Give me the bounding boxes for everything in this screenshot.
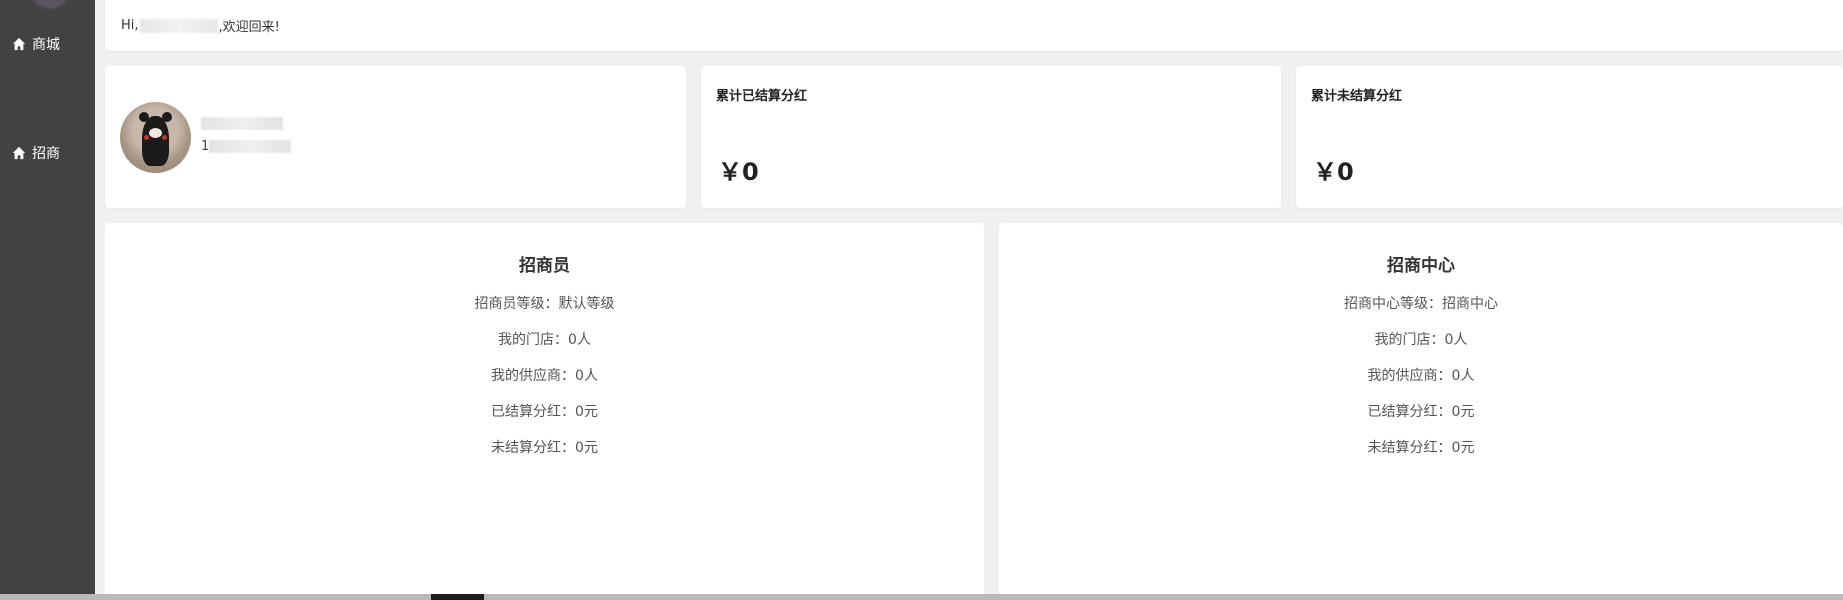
panel-title: 招商中心	[1387, 256, 1455, 276]
stat-title: 累计已结算分红	[716, 89, 808, 104]
recruiter-level: 招商员等级：默认等级	[474, 296, 615, 312]
redacted-phone	[209, 140, 292, 153]
user-name	[201, 117, 283, 130]
user-avatar	[120, 102, 191, 173]
welcome-message: Hi, ,欢迎回来!	[121, 16, 280, 35]
sidebar-item-label: 招商	[32, 146, 60, 162]
unsettled-dividend: 未结算分红：0元	[491, 440, 598, 456]
home-icon	[12, 37, 26, 51]
my-stores: 我的门店：0人	[1374, 332, 1468, 348]
home-icon	[12, 146, 26, 160]
stat-value: ￥0	[718, 158, 759, 186]
panel-title: 招商员	[519, 256, 570, 276]
sidebar-item-mall[interactable]: 商城	[12, 34, 60, 54]
my-suppliers: 我的供应商：0人	[1367, 368, 1475, 384]
sidebar: 商城 招商	[0, 0, 95, 600]
sidebar-item-label: 商城	[32, 37, 60, 53]
settled-dividend: 已结算分红：0元	[1367, 404, 1475, 420]
taskbar	[0, 594, 1843, 600]
my-stores: 我的门店：0人	[498, 332, 591, 348]
settled-dividend: 已结算分红：0元	[491, 404, 598, 420]
redacted-username	[139, 18, 218, 33]
welcome-bar: Hi, ,欢迎回来!	[105, 0, 1843, 51]
my-suppliers: 我的供应商：0人	[491, 368, 598, 384]
sidebar-item-recruit[interactable]: 招商	[12, 143, 60, 163]
unsettled-dividend: 未结算分红：0元	[1367, 440, 1475, 456]
user-info-card: 1	[105, 66, 686, 208]
taskbar-active-item[interactable]	[431, 594, 484, 600]
settled-dividend-card: 累计已结算分红 ￥0	[701, 66, 1281, 208]
stat-title: 累计未结算分红	[1311, 89, 1403, 104]
center-level: 招商中心等级：招商中心	[1344, 296, 1498, 312]
redacted-name	[201, 117, 283, 130]
recruiter-panel: 招商员 招商员等级：默认等级 我的门店：0人 我的供应商：0人 已结算分红：0元…	[105, 223, 984, 600]
greeting-suffix: ,欢迎回来!	[218, 20, 280, 35]
sidebar-avatar[interactable]	[29, 0, 71, 10]
unsettled-dividend-card: 累计未结算分红 ￥0	[1296, 66, 1843, 208]
recruit-center-panel: 招商中心 招商中心等级：招商中心 我的门店：0人 我的供应商：0人 已结算分红：…	[999, 223, 1843, 600]
user-phone: 1	[201, 139, 292, 154]
greeting-prefix: Hi,	[121, 18, 139, 33]
stat-value: ￥0	[1313, 158, 1354, 186]
